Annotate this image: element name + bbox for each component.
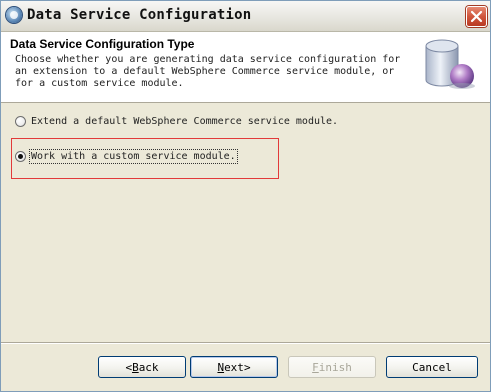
window-title: Data Service Configuration [27,7,252,23]
close-button[interactable] [466,6,487,27]
wizard-header: Data Service Configuration Type Choose w… [1,32,490,103]
title-bar[interactable]: Data Service Configuration [1,1,490,32]
finish-button[interactable]: Finish [288,356,376,378]
database-wizard-banner-icon [425,39,475,89]
option-extend-default[interactable]: Extend a default WebSphere Commerce serv… [15,113,338,129]
option-extend-default-label: Extend a default WebSphere Commerce serv… [31,115,339,127]
back-mnemonic: B [132,360,139,374]
back-label: ack [138,360,159,374]
radio-extend-default[interactable] [15,115,26,127]
radio-custom-module[interactable] [15,150,26,162]
dialog-window: Data Service Configuration Data Service … [0,0,491,392]
next-label: ext [224,360,244,374]
app-icon [6,7,22,23]
option-custom-module[interactable]: Work with a custom service module. [15,148,238,164]
next-mnemonic: N [217,360,225,374]
finish-label: inish [318,360,352,374]
next-button[interactable]: Next > [190,356,278,378]
back-button[interactable]: < Back [98,356,186,378]
page-description: Choose whether you are generating data s… [15,54,401,89]
next-arrow-icon: > [243,360,251,374]
cancel-label: Cancel [412,360,452,374]
page-title: Data Service Configuration Type [10,37,195,51]
cancel-button[interactable]: Cancel [386,356,478,378]
finish-mnemonic: F [312,360,319,374]
back-arrow-icon: < [125,360,133,374]
close-icon [470,10,483,23]
button-bar-separator [1,342,490,344]
option-custom-module-label: Work with a custom service module. [29,148,238,164]
